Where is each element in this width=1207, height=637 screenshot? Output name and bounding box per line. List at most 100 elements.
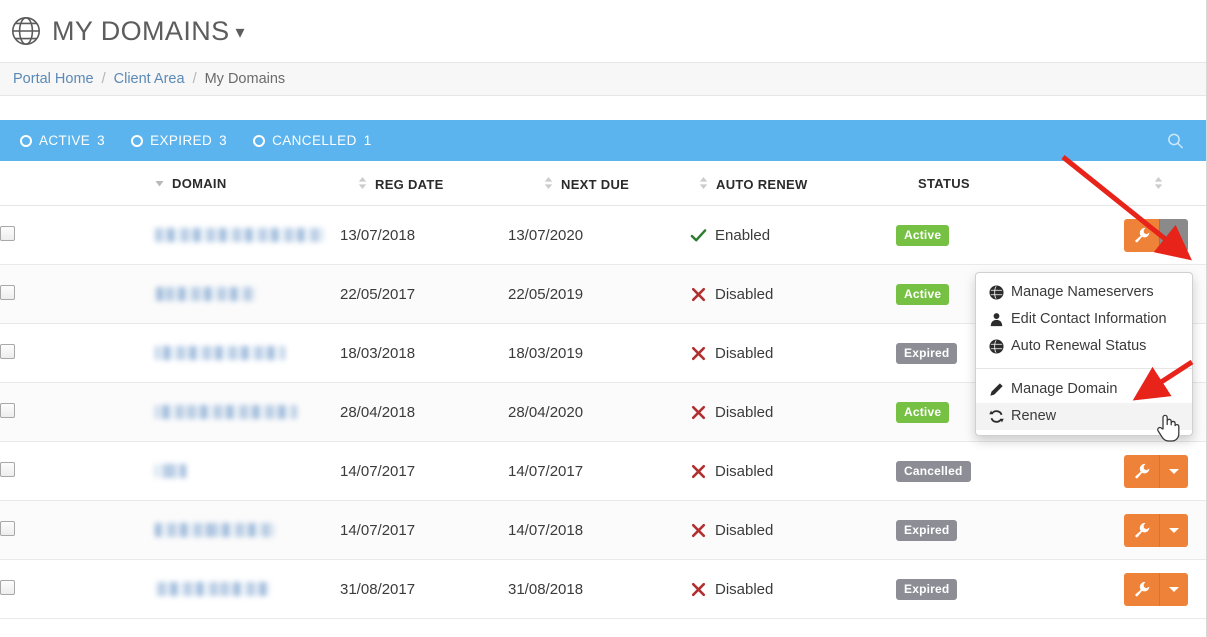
domain-name-cell[interactable] — [76, 559, 340, 619]
status-badge: Expired — [896, 342, 958, 364]
reg-date-cell: 18/03/2018 — [340, 323, 508, 383]
breadcrumb-item-portal-home[interactable]: Portal Home — [13, 71, 94, 87]
cross-icon — [690, 286, 707, 303]
domain-name-cell[interactable] — [76, 500, 340, 560]
domain-name-cell[interactable] — [76, 382, 340, 442]
table-head: DOMAIN REG DATE NEXT DUE AUTO RENEW STAT… — [0, 161, 1206, 206]
domain-name-cell[interactable] — [76, 441, 340, 501]
row-checkbox[interactable] — [0, 284, 15, 300]
next-due-cell: 28/04/2020 — [508, 382, 690, 442]
manage-domain-button[interactable] — [1124, 218, 1159, 252]
auto-renew-label: Enabled — [715, 226, 771, 244]
status-badge: Active — [896, 224, 950, 246]
menu-item-renew-label: Renew — [1011, 408, 1057, 424]
domain-actions-dropdown-toggle[interactable] — [1159, 572, 1188, 606]
domain-name-cell[interactable] — [76, 205, 340, 265]
breadcrumb-item-my-domains: My Domains — [204, 71, 286, 87]
next-due-cell: 22/05/2019 — [508, 264, 690, 324]
auto-renew-label: Disabled — [715, 580, 774, 598]
domain-name-redacted — [155, 405, 297, 419]
page-title-text: MY DOMAINS — [52, 15, 230, 46]
domain-name-cell[interactable] — [76, 264, 340, 324]
row-select-cell — [0, 559, 76, 619]
row-checkbox[interactable] — [0, 520, 15, 536]
filter-expired-label: EXPIRED — [150, 133, 213, 148]
search-icon[interactable] — [1167, 132, 1184, 149]
column-header-next-due[interactable]: NEXT DUE — [508, 161, 690, 206]
filter-cancelled[interactable]: CANCELLED 1 — [253, 133, 372, 148]
auto-renew-label: Disabled — [715, 462, 774, 480]
domain-name-redacted — [155, 346, 285, 360]
row-select-cell — [0, 264, 76, 324]
reg-date-cell: 14/07/2017 — [340, 500, 508, 560]
caret-down-icon — [1169, 527, 1179, 533]
domain-name-cell[interactable] — [76, 323, 340, 383]
column-header-domain[interactable]: DOMAIN — [76, 161, 340, 206]
row-checkbox[interactable] — [0, 225, 15, 241]
cross-icon — [690, 463, 707, 480]
auto-renew-cell: Disabled — [690, 382, 896, 442]
manage-domain-button[interactable] — [1124, 572, 1159, 606]
domain-actions-dropdown-toggle[interactable] — [1159, 218, 1188, 252]
globe-icon — [989, 338, 1005, 355]
next-due-cell: 31/08/2018 — [508, 559, 690, 619]
table-row: 14/07/2017 14/07/2018 Disabled Expired — [0, 500, 1206, 560]
reg-date-cell: 14/07/2017 — [340, 441, 508, 501]
sort-both-icon — [358, 176, 367, 190]
manage-domain-button[interactable] — [1124, 454, 1159, 488]
auto-renew-cell: Disabled — [690, 500, 896, 560]
domain-name-redacted — [155, 228, 324, 242]
filter-active-label: ACTIVE — [39, 133, 91, 148]
domain-name-redacted — [155, 464, 186, 478]
auto-renew-cell: Disabled — [690, 559, 896, 619]
manage-domain-button[interactable] — [1124, 513, 1159, 547]
person-icon — [989, 312, 1005, 328]
caret-down-icon — [1169, 232, 1179, 238]
filter-active-count: 3 — [97, 133, 106, 148]
reg-date-cell: 22/05/2017 — [340, 264, 508, 324]
domain-name-redacted — [155, 582, 270, 596]
next-due-cell: 14/07/2017 — [508, 441, 690, 501]
status-filter-bar: ACTIVE 3 EXPIRED 3 CANCELLED 1 — [0, 120, 1206, 161]
row-checkbox[interactable] — [0, 579, 15, 595]
row-select-cell — [0, 205, 76, 265]
sort-both-icon — [544, 176, 553, 190]
breadcrumb: Portal Home / Client Area / My Domains — [0, 62, 1206, 96]
menu-item-edit-contact-information-label: Edit Contact Information — [1011, 311, 1167, 327]
column-header-auto-renew[interactable]: AUTO RENEW — [690, 161, 896, 206]
domain-actions-dropdown-toggle[interactable] — [1159, 513, 1188, 547]
row-checkbox[interactable] — [0, 402, 15, 418]
auto-renew-cell: Disabled — [690, 441, 896, 501]
chevron-down-icon[interactable]: ▾ — [236, 23, 245, 41]
status-cell: Active — [896, 205, 1076, 265]
status-badge: Active — [896, 283, 950, 305]
column-header-actions[interactable] — [1076, 161, 1206, 206]
globe-icon — [989, 284, 1005, 301]
filter-cancelled-count: 1 — [363, 133, 372, 148]
cross-icon — [690, 404, 707, 421]
menu-item-manage-nameservers[interactable]: Manage Nameservers — [976, 279, 1192, 306]
menu-item-auto-renewal-status[interactable]: Auto Renewal Status — [976, 333, 1192, 360]
check-icon — [690, 227, 707, 244]
cross-icon — [690, 345, 707, 362]
next-due-cell: 14/07/2018 — [508, 500, 690, 560]
status-badge: Expired — [896, 519, 958, 541]
row-checkbox[interactable] — [0, 461, 15, 477]
filter-expired-count: 3 — [219, 133, 228, 148]
menu-item-manage-domain-label: Manage Domain — [1011, 381, 1118, 397]
action-button-group — [1076, 454, 1206, 488]
row-checkbox[interactable] — [0, 343, 15, 359]
actions-cell — [1076, 559, 1206, 619]
filter-active[interactable]: ACTIVE 3 — [20, 133, 105, 148]
menu-item-manage-domain[interactable]: Manage Domain — [976, 376, 1192, 403]
column-header-reg-date[interactable]: REG DATE — [340, 161, 508, 206]
domain-actions-dropdown-menu[interactable]: Manage Nameservers Edit Contact Informat… — [975, 272, 1193, 436]
breadcrumb-item-client-area[interactable]: Client Area — [114, 71, 185, 87]
sort-both-icon — [699, 176, 708, 190]
globe-icon — [10, 15, 42, 47]
filter-expired[interactable]: EXPIRED 3 — [131, 133, 227, 148]
domain-actions-dropdown-toggle[interactable] — [1159, 454, 1188, 488]
menu-item-edit-contact-information[interactable]: Edit Contact Information — [976, 306, 1192, 333]
status-badge: Cancelled — [896, 460, 971, 482]
menu-item-renew[interactable]: Renew — [976, 403, 1192, 430]
